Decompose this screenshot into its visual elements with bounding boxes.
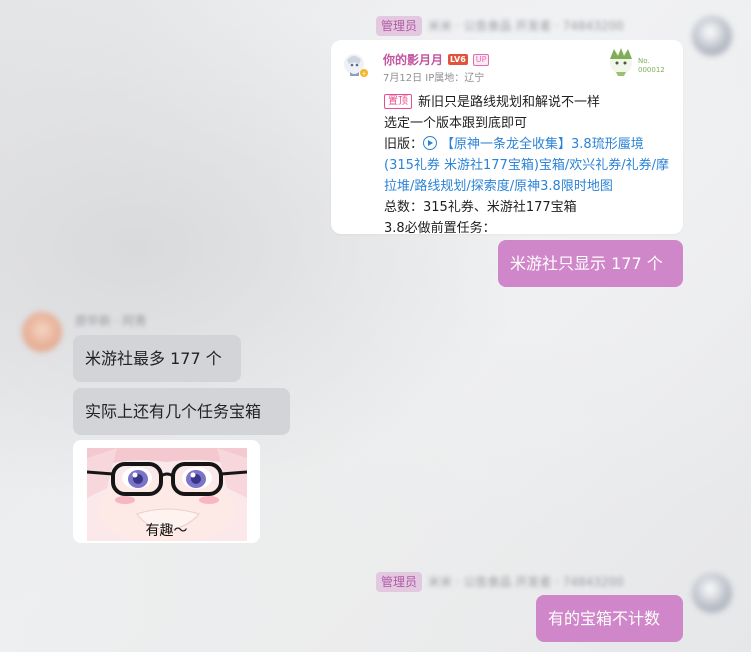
my-avatar-2[interactable]	[692, 573, 732, 613]
other-sender-name[interactable]: 原毕新 · 阿青	[75, 313, 146, 329]
sender-name[interactable]: 米米 · 公告食品 开发者 · 74843200	[428, 18, 624, 34]
my-message-bubble-2[interactable]: 有的宝箱不计数	[536, 595, 683, 642]
author-row: 你的影月月 LV6 UP	[383, 51, 490, 68]
shared-post-card[interactable]: + 你的影月月 LV6 UP 7月12日 IP属地：辽宁 No. 000012 …	[331, 40, 683, 234]
post-total-line: 总数：315礼券、米游社177宝箱	[384, 200, 577, 215]
other-avatar[interactable]	[22, 312, 62, 352]
sender-name-2[interactable]: 米米 · 公告食品 开发者 · 74843200	[428, 574, 624, 590]
video-link-line-1[interactable]: 【原神一条龙全收集】3.8琉形蜃境	[441, 137, 644, 152]
post-line-2: 选定一个版本跟到底即可	[384, 116, 528, 131]
author-name[interactable]: 你的影月月	[383, 51, 443, 68]
level-badge: LV6	[448, 54, 468, 65]
post-line-1: 新旧只是路线规划和解说不一样	[418, 95, 601, 110]
my-avatar[interactable]	[692, 16, 732, 56]
up-badge: UP	[472, 53, 490, 66]
sticker-caption: 有趣～	[145, 523, 188, 539]
svg-text:+: +	[361, 71, 366, 78]
my-message-header: 管理员 米米 · 公告食品 开发者 · 74843200	[376, 16, 624, 36]
badge-num-label: 000012	[638, 66, 665, 74]
video-play-icon[interactable]	[423, 136, 438, 150]
post-meta: 7月12日 IP属地：辽宁	[383, 73, 485, 84]
video-link-line-2[interactable]: (315礼券 米游社177宝箱)宝箱/欢兴礼券/礼券/摩	[384, 155, 682, 176]
badge-number: No. 000012	[638, 57, 665, 75]
other-message-bubble-1[interactable]: 米游社最多 177 个	[73, 335, 241, 382]
my-message-bubble[interactable]: 米游社只显示 177 个	[498, 240, 683, 287]
old-version-label: 旧版：	[384, 137, 424, 152]
author-avatar[interactable]: +	[343, 52, 369, 78]
other-message-bubble-2[interactable]: 实际上还有几个任务宝箱	[73, 388, 290, 435]
pinned-tag: 置顶	[384, 94, 412, 109]
post-prereq-line: 3.8必做前置任务：	[384, 221, 496, 234]
badge-no-label: No.	[638, 57, 650, 65]
sticker-message[interactable]: 有趣～	[73, 440, 260, 543]
post-body: 置顶 新旧只是路线规划和解说不一样 选定一个版本跟到底即可 旧版： 【原神一条龙全收…	[384, 92, 682, 234]
admin-badge-2: 管理员	[376, 572, 423, 592]
admin-badge: 管理员	[376, 16, 423, 36]
character-badge-icon	[606, 47, 636, 77]
video-link-line-3[interactable]: 拉堆/路线规划/探索度/原神3.8限时地图	[384, 176, 682, 197]
my-message-header-2: 管理员 米米 · 公告食品 开发者 · 74843200	[376, 572, 624, 592]
